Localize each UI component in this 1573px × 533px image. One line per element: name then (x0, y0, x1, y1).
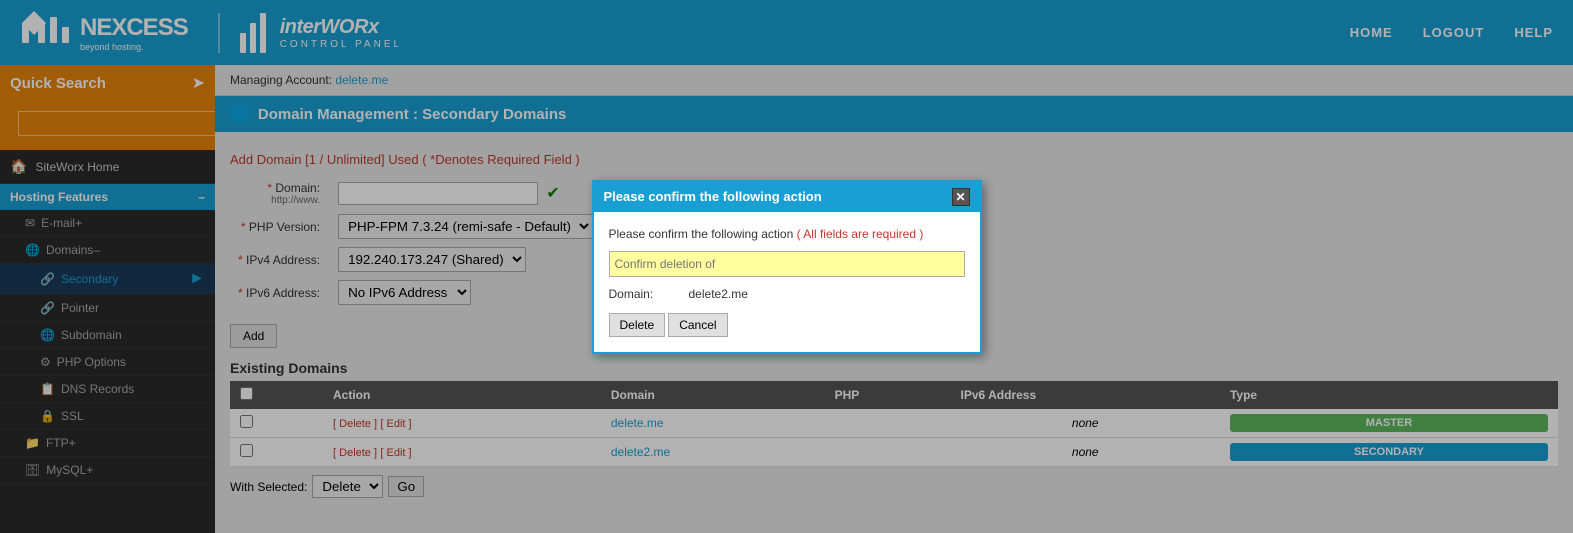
confirm-modal: Please confirm the following action ✕ Pl… (592, 180, 982, 354)
modal-overlay: Please confirm the following action ✕ Pl… (0, 0, 1573, 533)
modal-confirm-main: Please confirm the following action (609, 227, 794, 241)
modal-body: Please confirm the following action ( Al… (594, 212, 980, 352)
modal-confirm-text: Please confirm the following action ( Al… (609, 227, 965, 241)
modal-confirm-input[interactable] (609, 251, 965, 277)
modal-domain-field: Domain: delete2.me (609, 287, 965, 301)
modal-buttons: Delete Cancel (609, 313, 965, 337)
modal-close-button[interactable]: ✕ (952, 188, 970, 206)
modal-title: Please confirm the following action (604, 189, 822, 204)
modal-close-icon: ✕ (955, 190, 965, 204)
modal-header: Please confirm the following action ✕ (594, 182, 980, 212)
modal-required-note: ( All fields are required ) (797, 227, 924, 241)
modal-domain-value: delete2.me (689, 287, 748, 301)
modal-domain-label: Domain: (609, 287, 689, 301)
modal-delete-button[interactable]: Delete (609, 313, 666, 337)
modal-cancel-button[interactable]: Cancel (668, 313, 727, 337)
